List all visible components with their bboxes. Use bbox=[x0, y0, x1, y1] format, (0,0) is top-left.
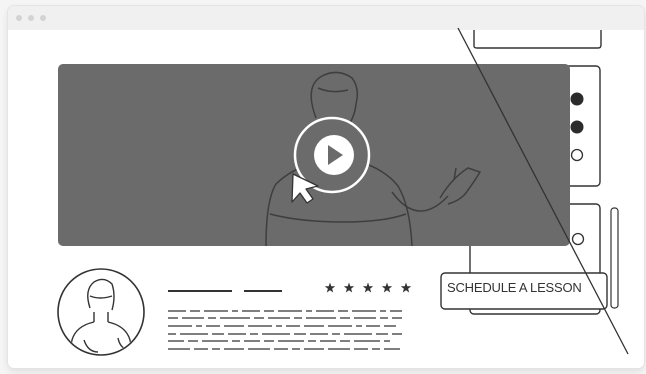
rating-stars bbox=[324, 282, 412, 293]
instructor-bio-placeholder bbox=[168, 310, 402, 350]
star-icon bbox=[343, 282, 355, 293]
schedule-lesson-button-label[interactable]: SCHEDULE A LESSON bbox=[433, 271, 603, 305]
calendar-day-empty[interactable] bbox=[570, 148, 584, 162]
star-icon bbox=[381, 282, 393, 293]
scrollbar[interactable] bbox=[610, 207, 619, 309]
top-card-edge bbox=[473, 30, 602, 49]
time-slot-empty[interactable] bbox=[571, 232, 585, 246]
star-icon bbox=[324, 282, 336, 293]
star-icon bbox=[362, 282, 374, 293]
calendar-day-filled[interactable] bbox=[570, 92, 584, 106]
lesson-illustration bbox=[57, 27, 629, 356]
instructor-avatar bbox=[57, 268, 145, 356]
star-icon bbox=[400, 282, 412, 293]
calendar-day-filled[interactable] bbox=[570, 120, 584, 134]
